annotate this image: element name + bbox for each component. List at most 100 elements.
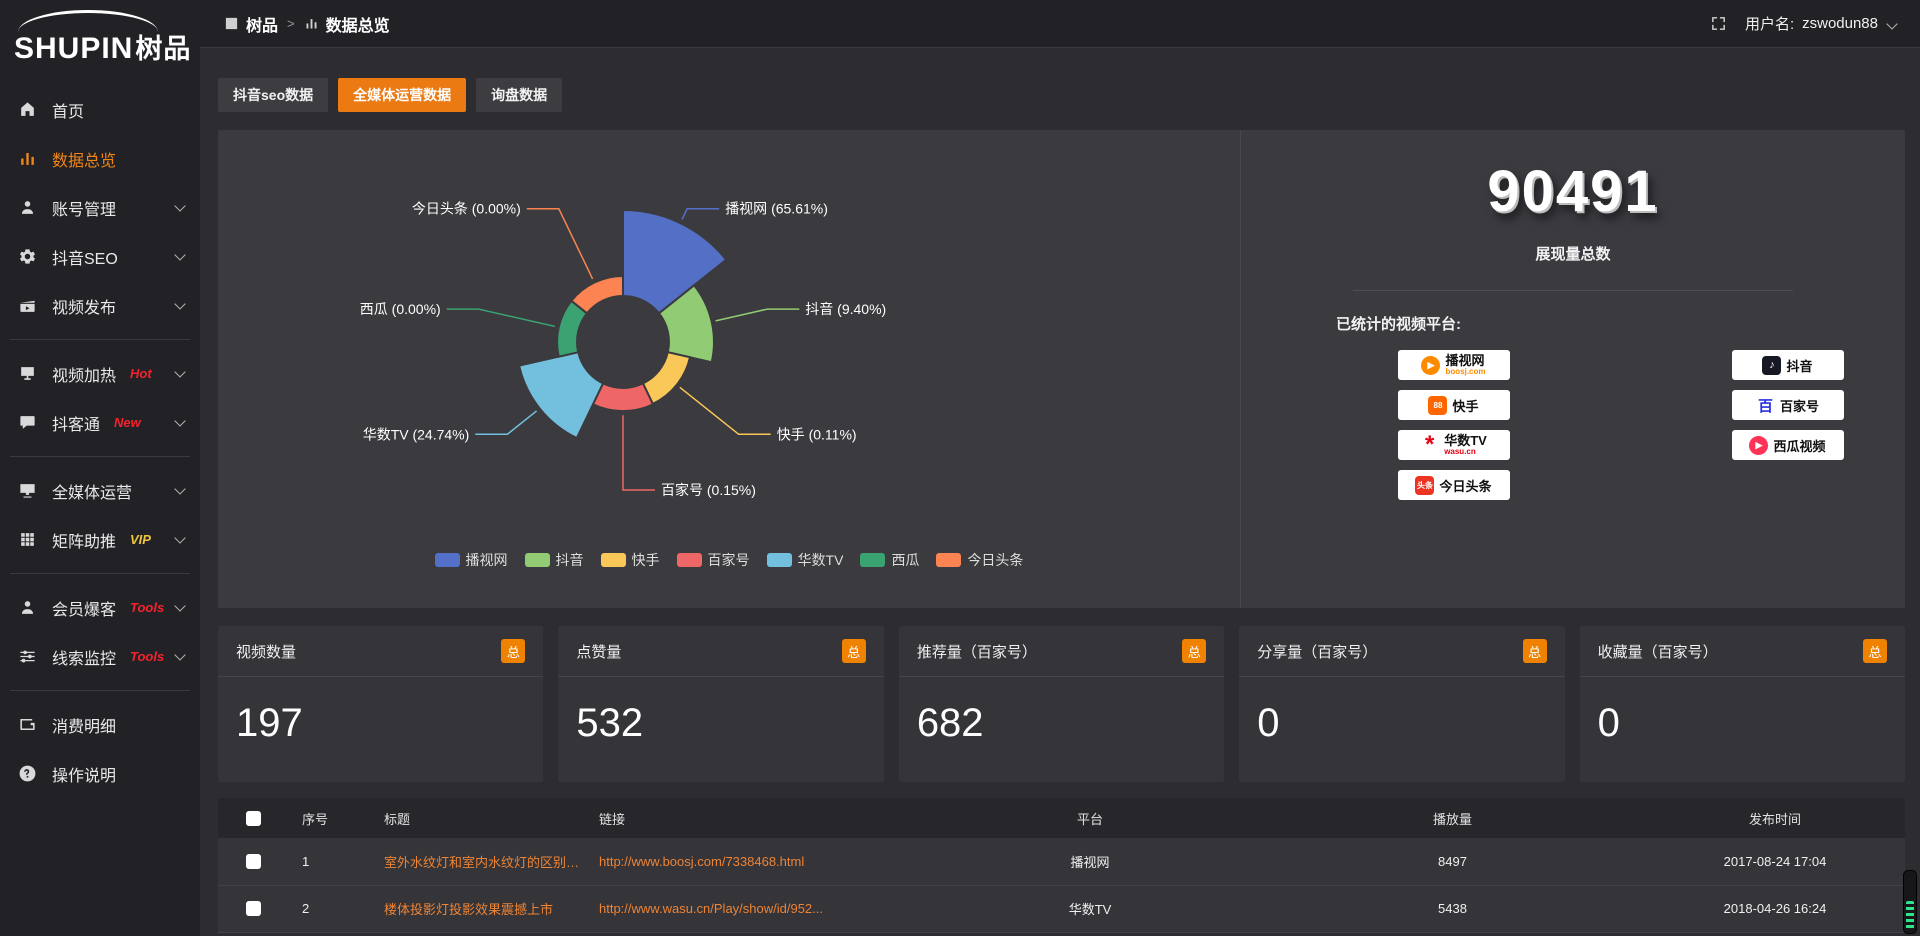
sidebar-item-label: 操作说明 [52, 762, 116, 786]
video-icon [18, 296, 37, 315]
legend-label: 西瓜 [891, 550, 919, 570]
sidebar-item-label: 首页 [52, 98, 84, 122]
breadcrumb-root-icon [224, 16, 239, 31]
row-time: 2017-08-24 17:04 [1645, 838, 1905, 885]
stat-card-header: 收藏量（百家号） 总 [1580, 626, 1905, 677]
table-header-row: 序号标题链接平台播放量发布时间 [218, 798, 1905, 838]
stat-card-label: 视频数量 [236, 641, 296, 662]
video-table-wrap: 序号标题链接平台播放量发布时间 1 室外水纹灯和室内水纹灯的区别和简介 http… [218, 798, 1905, 933]
breadcrumb-root[interactable]: 树品 [246, 12, 278, 36]
sidebar-item-matrix-boost[interactable]: 矩阵助推VIP [0, 515, 200, 564]
stat-card-label: 分享量（百家号） [1257, 641, 1377, 662]
sidebar-item-douyin-seo[interactable]: 抖音SEO [0, 232, 200, 281]
legend-item-wasu[interactable]: 华数TV [767, 550, 844, 570]
stat-card-label: 收藏量（百家号） [1598, 641, 1718, 662]
username: zswodun88 [1802, 15, 1878, 32]
platform-sub: boosj.com [1445, 368, 1485, 376]
stat-card-value: 0 [1580, 677, 1905, 746]
table-row: 1 室外水纹灯和室内水纹灯的区别和简介 http://www.boosj.com… [218, 838, 1905, 885]
column-header: 播放量 [1260, 798, 1645, 838]
fullscreen-icon[interactable] [1710, 15, 1727, 32]
sidebar-item-label: 抖客通 [52, 411, 100, 435]
pie-chart-area: 播视网 (65.61%)抖音 (9.40%)快手 (0.11%)百家号 (0.1… [218, 130, 1240, 608]
sidebar-item-help[interactable]: 操作说明 [0, 749, 200, 798]
pie-label-line-wasu [475, 411, 536, 434]
legend-item-baijiahao[interactable]: 百家号 [677, 550, 750, 570]
stat-card-favorite-count: 收藏量（百家号） 总 0 [1580, 626, 1905, 782]
legend-chip [601, 553, 626, 567]
pie-label-toutiao: 今日头条 (0.00%) [412, 201, 521, 217]
platform-name: 百家号 [1780, 396, 1819, 415]
pie-label-line-xigua [447, 309, 555, 326]
stat-card-video-count: 视频数量 总 197 [218, 626, 543, 782]
select-all-checkbox[interactable] [246, 811, 261, 826]
tab-media-operation-data[interactable]: 全媒体运营数据 [338, 78, 466, 112]
app: { "logo": { "en": "SHUPIN", "cn": "树品" }… [0, 0, 1920, 936]
chevron-down-icon [1886, 18, 1897, 29]
sidebar-item-data-overview[interactable]: 数据总览 [0, 134, 200, 183]
legend-chip [936, 553, 961, 567]
sidebar-divider [10, 456, 190, 457]
logo-cn: 树品 [135, 34, 191, 64]
pie-label-douyin: 抖音 (9.40%) [805, 301, 886, 317]
sidebar-item-account-manage[interactable]: 账号管理 [0, 183, 200, 232]
sidebar-item-media-operation[interactable]: 全媒体运营 [0, 466, 200, 515]
sidebar-divider [10, 690, 190, 691]
sidebar-item-home[interactable]: 首页 [0, 85, 200, 134]
stat-card-value: 682 [899, 677, 1224, 746]
platform-name: 抖音 [1786, 356, 1812, 375]
legend-item-boosj[interactable]: 播视网 [435, 550, 508, 570]
total-badge[interactable]: 总 [1863, 639, 1887, 663]
sidebar-item-label: 矩阵助推 [52, 528, 116, 552]
legend-item-kuaishou[interactable]: 快手 [601, 550, 660, 570]
row-link[interactable]: http://www.boosj.com/7338468.html [585, 838, 920, 885]
sidebar-item-douketong[interactable]: 抖客通New [0, 398, 200, 447]
chat-icon [18, 413, 37, 432]
pie-label-line-toutiao [527, 209, 593, 279]
legend-label: 播视网 [466, 550, 508, 570]
stat-card-like-count: 点赞量 总 532 [558, 626, 883, 782]
user-menu[interactable]: 用户名: zswodun88 [1745, 13, 1896, 34]
stat-card-value: 532 [558, 677, 883, 746]
data-tabs: 抖音seo数据全媒体运营数据询盘数据 [218, 78, 1905, 112]
row-checkbox[interactable] [246, 901, 261, 916]
sidebar-item-consume-detail[interactable]: 消费明细 [0, 700, 200, 749]
chevron-down-icon [174, 366, 185, 377]
total-badge[interactable]: 总 [1182, 639, 1206, 663]
pie-label-kuaishou: 快手 (0.11%) [777, 426, 857, 442]
row-link[interactable]: http://www.wasu.cn/Play/show/id/952... [585, 885, 920, 932]
legend-item-xigua[interactable]: 西瓜 [860, 550, 919, 570]
xigua-logo-icon: ▶ [1749, 436, 1768, 455]
total-badge[interactable]: 总 [842, 639, 866, 663]
sidebar-item-video-heat[interactable]: 视频加热Hot [0, 349, 200, 398]
row-title[interactable]: 室外水纹灯和室内水纹灯的区别和简介 [370, 838, 585, 885]
stat-card-label: 点赞量 [576, 641, 621, 662]
platform-badge-douyin: ♪抖音 [1732, 350, 1844, 380]
stat-card-header: 点赞量 总 [558, 626, 883, 677]
legend-item-douyin[interactable]: 抖音 [525, 550, 584, 570]
boosj-logo-icon: ▶ [1421, 356, 1440, 375]
platform-name: 快手 [1452, 396, 1478, 415]
stat-card-header: 视频数量 总 [218, 626, 543, 677]
row-views: 8497 [1260, 838, 1645, 885]
bar-chart-icon [18, 149, 37, 168]
impressions-total-label: 展现量总数 [1241, 243, 1905, 264]
floating-widget[interactable] [1903, 870, 1917, 934]
total-badge[interactable]: 总 [501, 639, 525, 663]
sidebar-item-video-publish[interactable]: 视频发布 [0, 281, 200, 330]
legend-chip [677, 553, 702, 567]
pie-slice-boosj[interactable] [623, 210, 726, 313]
sidebar-item-member-baoke[interactable]: 会员爆客Tools [0, 583, 200, 632]
baijiahao-logo-icon: 百 [1756, 396, 1775, 415]
legend-item-toutiao[interactable]: 今日头条 [936, 550, 1023, 570]
total-badge[interactable]: 总 [1523, 639, 1547, 663]
tab-inquiry-data[interactable]: 询盘数据 [476, 78, 562, 112]
tab-douyin-seo-data[interactable]: 抖音seo数据 [218, 78, 328, 112]
row-title[interactable]: 楼体投影灯投影效果震撼上市 [370, 885, 585, 932]
pie-slice-wasu[interactable] [519, 352, 603, 438]
pie-slice-toutiao[interactable] [571, 276, 623, 313]
breadcrumb-separator: > [287, 16, 295, 31]
row-select-cell [218, 838, 288, 885]
row-checkbox[interactable] [246, 854, 261, 869]
sidebar-item-clue-monitor[interactable]: 线索监控Tools [0, 632, 200, 681]
